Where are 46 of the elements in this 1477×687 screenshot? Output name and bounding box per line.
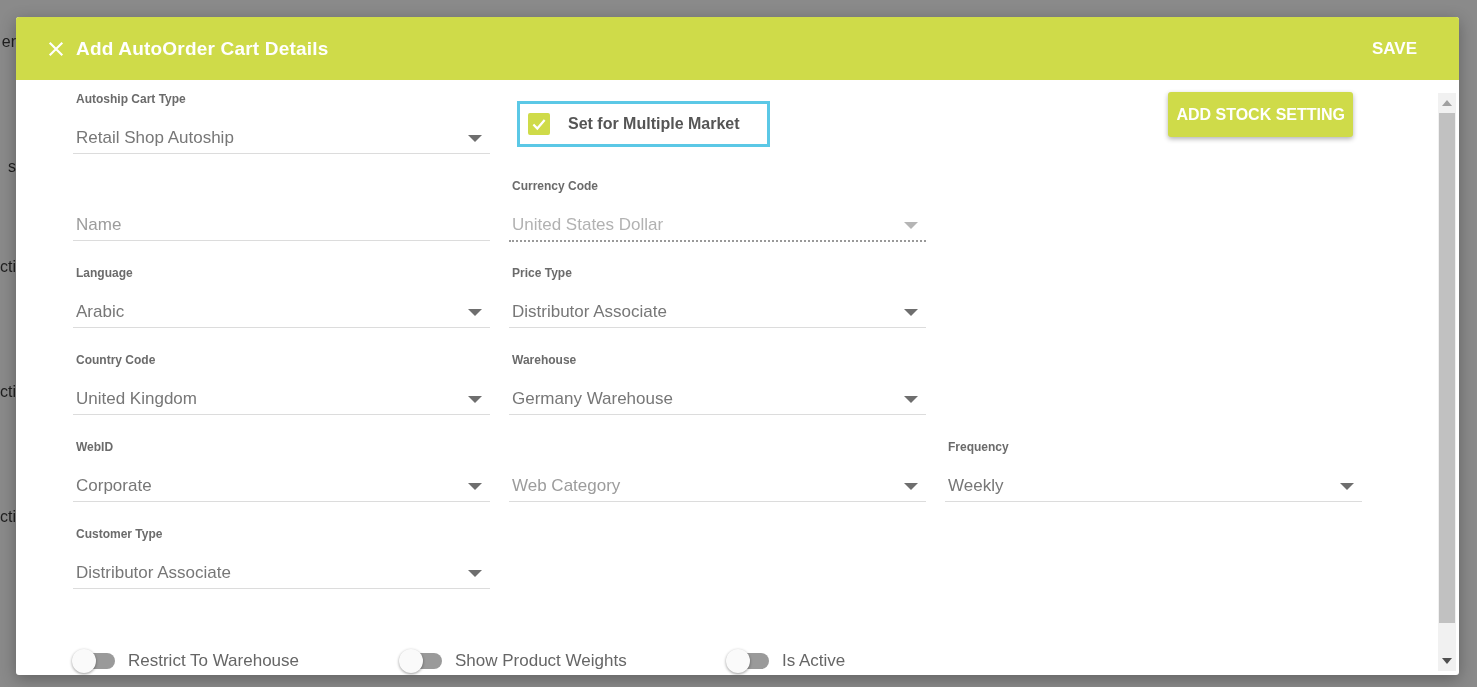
field-label: Language (76, 266, 134, 280)
toggle-label: Show Product Weights (455, 651, 627, 671)
toggle-label: Is Active (782, 651, 846, 671)
field-label: Customer Type (76, 527, 164, 541)
caret-icon (468, 308, 482, 316)
background-text: cti (0, 257, 16, 277)
field-label: WebID (76, 440, 115, 454)
background-text: s (8, 157, 16, 177)
checkbox[interactable] (528, 113, 550, 135)
checkbox-control[interactable]: Set for Multiple Market (517, 101, 770, 147)
background-text: cti (0, 382, 16, 402)
field-label: Frequency (948, 440, 1010, 454)
caret-icon (904, 221, 918, 229)
caret-icon (904, 395, 918, 403)
checkbox-label: Set for Multiple Market (568, 115, 740, 133)
select-field[interactable]: Retail Shop Autoship (73, 123, 490, 154)
caret-icon (904, 308, 918, 316)
toggle-label: Restrict To Warehouse (128, 651, 299, 671)
select-field[interactable]: United Kingdom (73, 384, 490, 415)
background-text: er (1, 32, 16, 52)
select-field[interactable]: Corporate (73, 471, 490, 502)
caret-icon (468, 569, 482, 577)
caret-icon (468, 134, 482, 142)
caret-icon (904, 482, 918, 490)
scrollbar[interactable] (1438, 93, 1456, 671)
caret-icon (468, 395, 482, 403)
select-field[interactable]: Web Category (509, 471, 926, 502)
select-field[interactable]: Weekly (945, 471, 1362, 502)
field-label: Price Type (512, 266, 573, 280)
close-icon[interactable] (47, 39, 65, 58)
scroll-down-icon[interactable] (1442, 658, 1452, 664)
select-field[interactable]: Distributor Associate (509, 297, 926, 328)
caret-icon (468, 482, 482, 490)
scroll-up-icon[interactable] (1442, 100, 1452, 106)
select-field[interactable]: Germany Warehouse (509, 384, 926, 415)
field-label: Autoship Cart Type (76, 92, 187, 106)
background-text: cti (0, 507, 16, 527)
field-label: Country Code (76, 353, 157, 367)
dialog-title: Add AutoOrder Cart Details (76, 37, 330, 60)
caret-icon (1340, 482, 1354, 490)
select-field[interactable]: Distributor Associate (73, 558, 490, 589)
field-label: Warehouse (512, 353, 578, 367)
field-label: Currency Code (512, 179, 600, 193)
scroll-thumb[interactable] (1439, 113, 1455, 623)
input-field[interactable]: Name (73, 210, 490, 241)
select-field[interactable]: Arabic (73, 297, 490, 328)
